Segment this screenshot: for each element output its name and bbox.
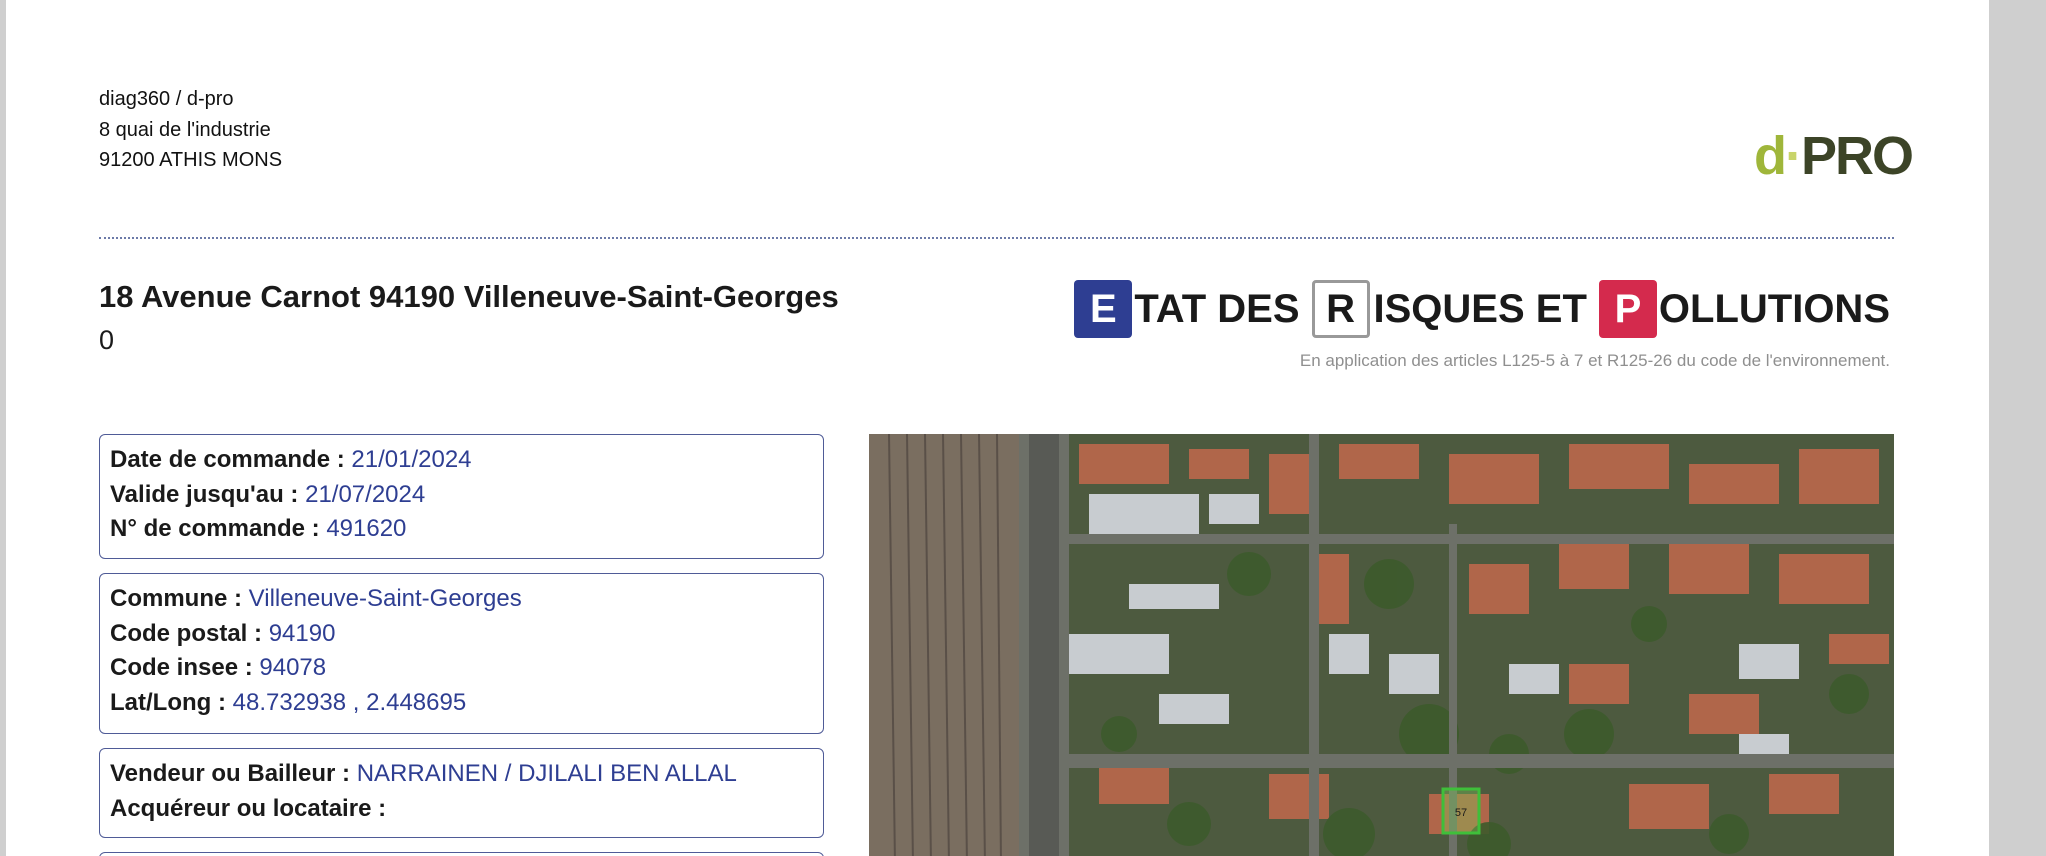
seller-label: Vendeur ou Bailleur : <box>110 760 351 787</box>
property-address-sub: 0 <box>99 325 115 355</box>
postal-code-value: 94190 <box>268 619 336 647</box>
report-title-word-p: OLLUTIONS <box>1658 286 1890 331</box>
parties-card: Vendeur ou Bailleur : NARRAINEN / DJILAL… <box>99 748 824 838</box>
commune-value: Villeneuve-Saint-Georges <box>248 585 522 612</box>
sender-address: diag360 / d-pro 8 quai de l'industrie 91… <box>99 84 282 176</box>
order-date-row: Date de commande : 21/01/2024 <box>110 443 813 478</box>
order-valid-value: 21/07/2024 <box>305 480 426 508</box>
aerial-map-image: 57 <box>869 434 1894 856</box>
report-title-letter-e: E <box>1074 280 1133 338</box>
buyer-label: Acquéreur ou locataire : <box>110 794 387 822</box>
order-card: Date de commande : 21/01/2024 Valide jus… <box>99 434 824 559</box>
sender-company: diag360 / d-pro <box>99 88 234 110</box>
dpro-logo-mark: d·PRO <box>1754 126 1914 186</box>
commune-label: Commune : <box>110 585 242 612</box>
order-date-value: 21/01/2024 <box>351 446 472 473</box>
report-title: E TAT DES R ISQUES ET P OLLUTIONS <box>1074 280 1890 338</box>
insee-code-label: Code insee : <box>110 654 253 681</box>
sender-street: 8 quai de l'industrie <box>99 118 271 141</box>
dpro-logo: d·PRO <box>1754 126 1914 192</box>
report-title-letter-p: P <box>1598 280 1657 338</box>
location-card: Commune : Villeneuve-Saint-Georges Code … <box>99 573 824 734</box>
parcel-label: 57 <box>1455 807 1467 819</box>
report-page: diag360 / d-pro 8 quai de l'industrie 91… <box>6 0 1989 856</box>
order-valid-label: Valide jusqu'au : <box>110 480 299 508</box>
insee-code-value: 94078 <box>259 654 327 681</box>
report-legal-note: En application des articles L125-5 à 7 e… <box>1299 351 1890 370</box>
header-divider <box>99 237 1894 239</box>
order-valid-row: Valide jusqu'au : 21/07/2024 <box>110 478 813 513</box>
report-title-word-e: TAT DES <box>1134 286 1300 331</box>
property-address: 18 Avenue Carnot 94190 Villeneuve-Saint-… <box>99 279 839 314</box>
order-number-value: 491620 <box>326 515 407 542</box>
commune-row: Commune : Villeneuve-Saint-Georges <box>110 582 813 617</box>
order-number-label: N° de commande : <box>110 515 320 542</box>
latlong-label: Lat/Long : <box>110 688 226 716</box>
insee-code-row: Code insee : 94078 <box>110 651 813 686</box>
postal-code-row: Code postal : 94190 <box>110 617 813 652</box>
latlong-value: 48.732938 , 2.448695 <box>232 688 467 716</box>
page-right-gutter <box>1989 0 2046 856</box>
report-title-word-r: ISQUES ET <box>1373 286 1587 331</box>
sender-city: 91200 ATHIS MONS <box>99 149 283 171</box>
seller-row: Vendeur ou Bailleur : NARRAINEN / DJILAL… <box>110 757 813 792</box>
aerial-map[interactable]: 57 <box>869 434 1894 856</box>
next-card-edge <box>99 852 824 856</box>
order-date-label: Date de commande : <box>110 446 345 473</box>
latlong-row: Lat/Long : 48.732938 , 2.448695 <box>110 686 813 721</box>
buyer-row: Acquéreur ou locataire : <box>110 792 813 827</box>
seller-value: NARRAINEN / DJILALI BEN ALLAL <box>356 760 737 787</box>
postal-code-label: Code postal : <box>110 619 263 647</box>
report-title-letter-r: R <box>1311 280 1370 338</box>
order-number-row: N° de commande : 491620 <box>110 512 813 547</box>
